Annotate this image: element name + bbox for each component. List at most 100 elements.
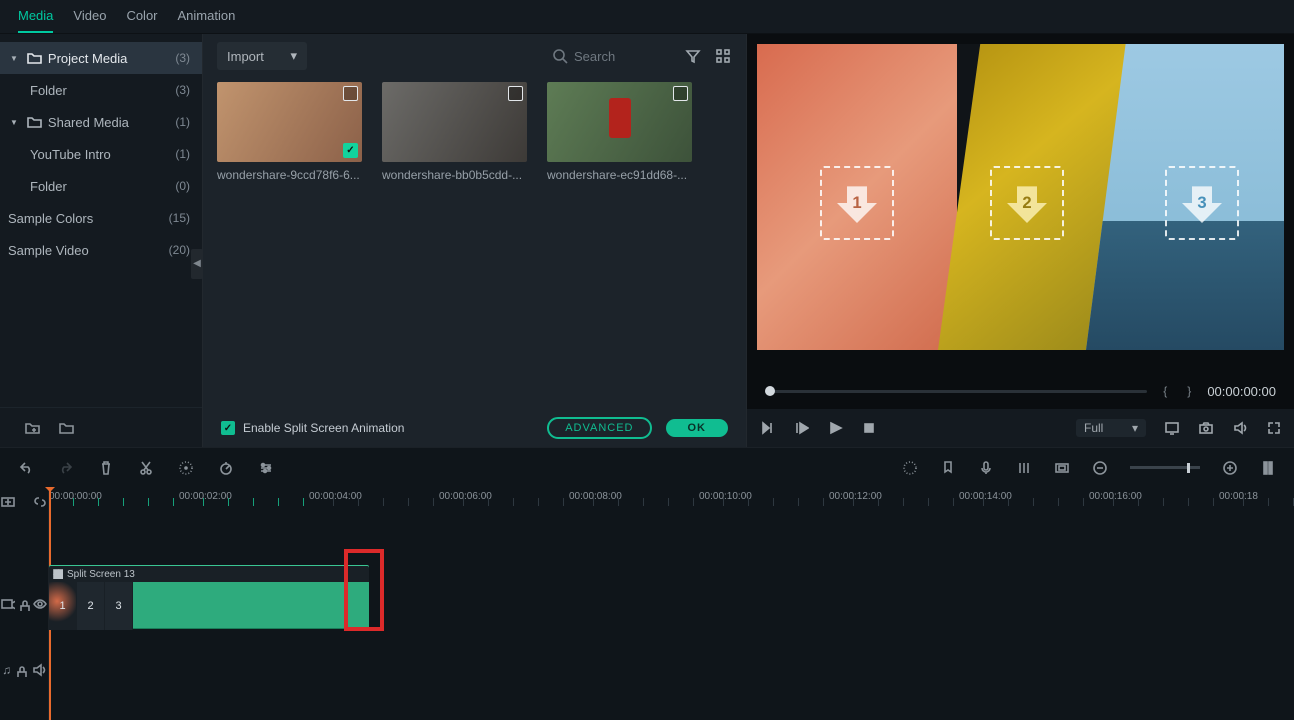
svg-text:3: 3 (1197, 193, 1206, 212)
preview-quality-label: Full (1084, 421, 1103, 435)
ruler-tick: 00:00:18 (1219, 491, 1294, 502)
ok-button[interactable]: OK (666, 419, 729, 437)
lock-icon[interactable] (18, 597, 30, 611)
clip-section[interactable]: 2 (77, 582, 105, 630)
import-label: Import (227, 49, 264, 64)
sidebar-item-label: Folder (30, 179, 67, 194)
stop-icon[interactable] (861, 420, 877, 436)
marker-icon[interactable] (940, 460, 956, 476)
tab-video[interactable]: Video (73, 0, 106, 33)
chevron-down-icon: ▼ (10, 54, 18, 63)
tab-color[interactable]: Color (126, 0, 157, 33)
chevron-down-icon: ▾ (290, 48, 297, 64)
sidebar-item-count: (3) (175, 83, 190, 97)
preview-pane: 1 2 3 { } 00:00:00:00 Full▾ (746, 34, 1294, 447)
sidebar-item-label: Shared Media (48, 115, 129, 130)
frame-icon[interactable] (1054, 460, 1070, 476)
mic-icon[interactable] (978, 460, 994, 476)
media-caption: wondershare-9ccd78f6-6... (217, 168, 362, 182)
cut-icon[interactable] (138, 460, 154, 476)
audio-track-controls: ♫ (0, 658, 48, 682)
prev-frame-icon[interactable] (759, 420, 775, 436)
sidebar-item-project-media[interactable]: ▼Project Media (3) (0, 42, 202, 74)
sidebar-item-folder-1[interactable]: Folder (3) (0, 74, 202, 106)
advanced-button[interactable]: ADVANCED (547, 417, 651, 439)
crop-icon[interactable] (178, 460, 194, 476)
enable-split-screen-checkbox[interactable]: ✓ (221, 421, 235, 435)
settings-icon[interactable] (258, 460, 274, 476)
visibility-icon[interactable] (33, 597, 47, 612)
display-icon[interactable] (1164, 420, 1180, 436)
sidebar-item-label: YouTube Intro (30, 147, 111, 162)
video-badge-icon (343, 86, 358, 101)
new-folder-icon[interactable] (24, 420, 40, 436)
video-badge-icon (673, 86, 688, 101)
sidebar-item-sample-video[interactable]: Sample Video (20) (0, 234, 202, 266)
ruler-tick: 00:00:02:00 (179, 491, 309, 502)
fit-timeline-icon[interactable] (1260, 460, 1276, 476)
delete-icon[interactable] (98, 460, 114, 476)
audio-mixer-icon[interactable] (1016, 460, 1032, 476)
fullscreen-icon[interactable] (1266, 420, 1282, 436)
sidebar-item-count: (15) (169, 211, 190, 225)
chevron-down-icon: ▼ (10, 118, 18, 127)
sidebar-item-sample-colors[interactable]: Sample Colors (15) (0, 202, 202, 234)
track-add-icon[interactable] (0, 494, 16, 510)
play-icon[interactable] (827, 420, 843, 436)
ruler-tick: 00:00:00:00 (49, 491, 179, 502)
drop-zone-3[interactable]: 3 (1165, 166, 1239, 240)
collapse-sidebar-icon[interactable]: ◀ (191, 249, 203, 279)
time-ruler[interactable]: 00:00:00:00 00:00:02:00 00:00:04:00 00:0… (49, 487, 1294, 517)
timeline-canvas[interactable]: 00:00:00:00 00:00:02:00 00:00:04:00 00:0… (49, 487, 1294, 720)
import-dropdown[interactable]: Import ▾ (217, 42, 307, 70)
search-placeholder: Search (574, 49, 615, 64)
preview-quality-select[interactable]: Full▾ (1076, 419, 1146, 437)
drop-zone-1[interactable]: 1 (820, 166, 894, 240)
snapshot-icon[interactable] (1198, 420, 1214, 436)
media-thumb-3[interactable]: wondershare-ec91dd68-... (547, 82, 692, 182)
folder-icon[interactable] (58, 420, 74, 436)
ruler-tick: 00:00:16:00 (1089, 491, 1219, 502)
zoom-slider[interactable] (1130, 466, 1200, 469)
timeline-clip[interactable]: Split Screen 13 1 2 3 (49, 565, 369, 629)
tab-media[interactable]: Media (18, 0, 53, 33)
lock-icon[interactable] (15, 663, 27, 677)
redo-icon[interactable] (58, 460, 74, 476)
sidebar-item-label: Sample Colors (8, 211, 93, 226)
ruler-tick: 00:00:14:00 (959, 491, 1089, 502)
search-icon (552, 48, 568, 64)
mute-icon[interactable] (32, 663, 46, 678)
sidebar-item-count: (0) (175, 179, 190, 193)
zoom-in-icon[interactable] (1222, 460, 1238, 476)
preview-scrubber[interactable] (765, 390, 1147, 393)
clip-section[interactable]: 3 (105, 582, 133, 630)
render-icon[interactable] (902, 460, 918, 476)
sidebar-item-youtube-intro[interactable]: YouTube Intro (1) (0, 138, 202, 170)
svg-text:1: 1 (852, 193, 861, 212)
media-pane: Import ▾ Search ✓ wondershare-9ccd7 (203, 34, 746, 447)
play-pause-icon[interactable] (793, 420, 809, 436)
audio-track-icon: ♫ (2, 663, 11, 677)
clip-section[interactable]: 1 (49, 582, 77, 630)
grid-view-icon[interactable] (714, 47, 732, 65)
sidebar-item-folder-2[interactable]: Folder (0) (0, 170, 202, 202)
zoom-out-icon[interactable] (1092, 460, 1108, 476)
volume-icon[interactable] (1232, 420, 1248, 436)
top-tab-bar: Media Video Color Animation (0, 0, 1294, 34)
media-thumb-1[interactable]: ✓ wondershare-9ccd78f6-6... (217, 82, 362, 182)
ruler-tick: 00:00:06:00 (439, 491, 569, 502)
tab-animation[interactable]: Animation (178, 0, 236, 33)
open-brace: { (1163, 384, 1187, 398)
media-thumb-2[interactable]: wondershare-bb0b5cdd-... (382, 82, 527, 182)
filter-icon[interactable] (684, 47, 702, 65)
search-input[interactable]: Search (542, 42, 672, 70)
speed-icon[interactable] (218, 460, 234, 476)
preview-canvas[interactable]: 1 2 3 (757, 44, 1284, 350)
enable-split-screen-label: Enable Split Screen Animation (243, 421, 404, 435)
preview-timecode: 00:00:00:00 (1207, 384, 1276, 399)
drop-zone-2[interactable]: 2 (990, 166, 1064, 240)
undo-icon[interactable] (18, 460, 34, 476)
sidebar-item-shared-media[interactable]: ▼Shared Media (1) (0, 106, 202, 138)
sidebar-item-count: (3) (175, 51, 190, 65)
video-track-controls (0, 592, 48, 616)
